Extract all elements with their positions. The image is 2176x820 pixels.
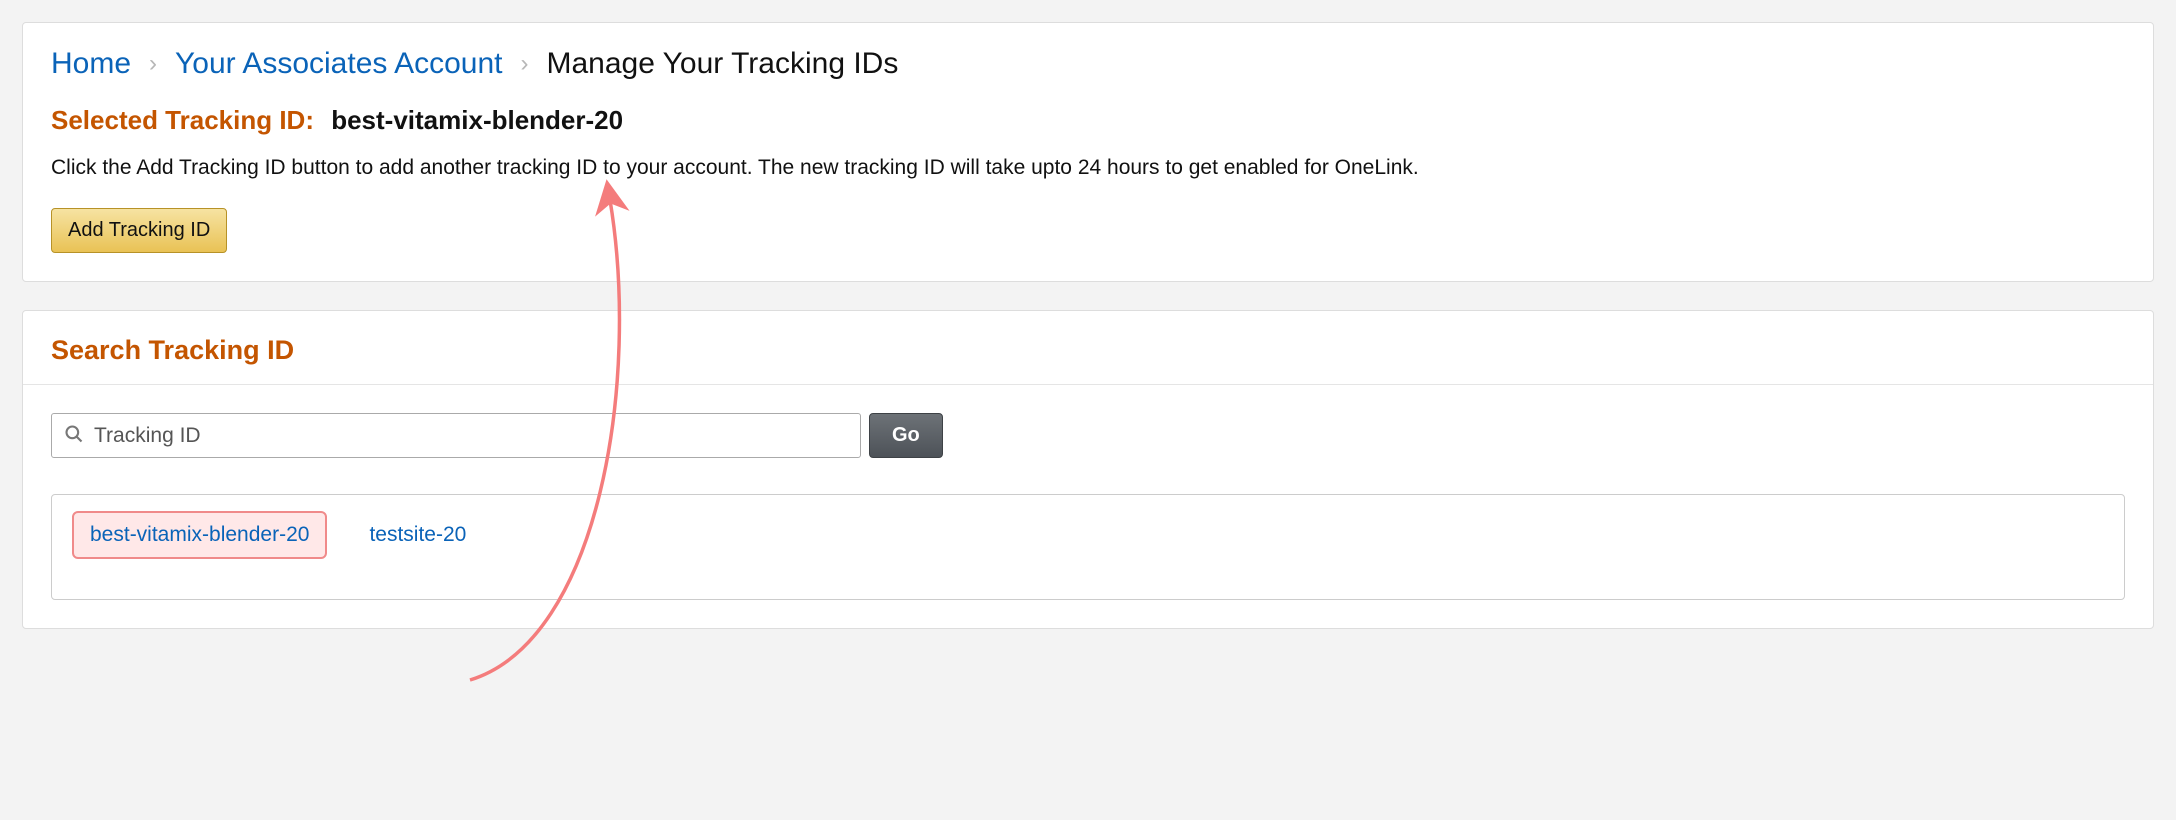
- selected-tracking-id-label: Selected Tracking ID:: [51, 105, 314, 135]
- search-input[interactable]: [94, 424, 848, 448]
- breadcrumb-current: Manage Your Tracking IDs: [546, 47, 898, 81]
- tracking-id-row: best-vitamix-blender-20 testsite-20: [72, 511, 2104, 559]
- selected-tracking-id-line: Selected Tracking ID: best-vitamix-blend…: [51, 105, 2125, 136]
- chevron-right-icon: ›: [520, 50, 528, 78]
- tracking-id-results: best-vitamix-blender-20 testsite-20: [51, 494, 2125, 600]
- search-icon: [64, 424, 84, 448]
- breadcrumb: Home › Your Associates Account › Manage …: [51, 47, 2125, 81]
- breadcrumb-home-link[interactable]: Home: [51, 47, 131, 81]
- manage-tracking-card: Home › Your Associates Account › Manage …: [22, 22, 2154, 282]
- search-tracking-card: Search Tracking ID Go best-vitamix-blend…: [22, 310, 2154, 629]
- tracking-id-tag-selected[interactable]: best-vitamix-blender-20: [72, 511, 327, 559]
- divider: [23, 384, 2153, 385]
- chevron-right-icon: ›: [149, 50, 157, 78]
- go-button[interactable]: Go: [869, 413, 943, 458]
- breadcrumb-account-link[interactable]: Your Associates Account: [175, 47, 502, 81]
- search-input-wrapper: [51, 413, 861, 458]
- add-tracking-id-button[interactable]: Add Tracking ID: [51, 208, 227, 253]
- search-row: Go: [51, 413, 2125, 458]
- instruction-text: Click the Add Tracking ID button to add …: [51, 156, 2125, 180]
- tracking-id-tag[interactable]: testsite-20: [353, 513, 482, 557]
- selected-tracking-id-value: best-vitamix-blender-20: [331, 105, 623, 135]
- search-title: Search Tracking ID: [51, 335, 2125, 366]
